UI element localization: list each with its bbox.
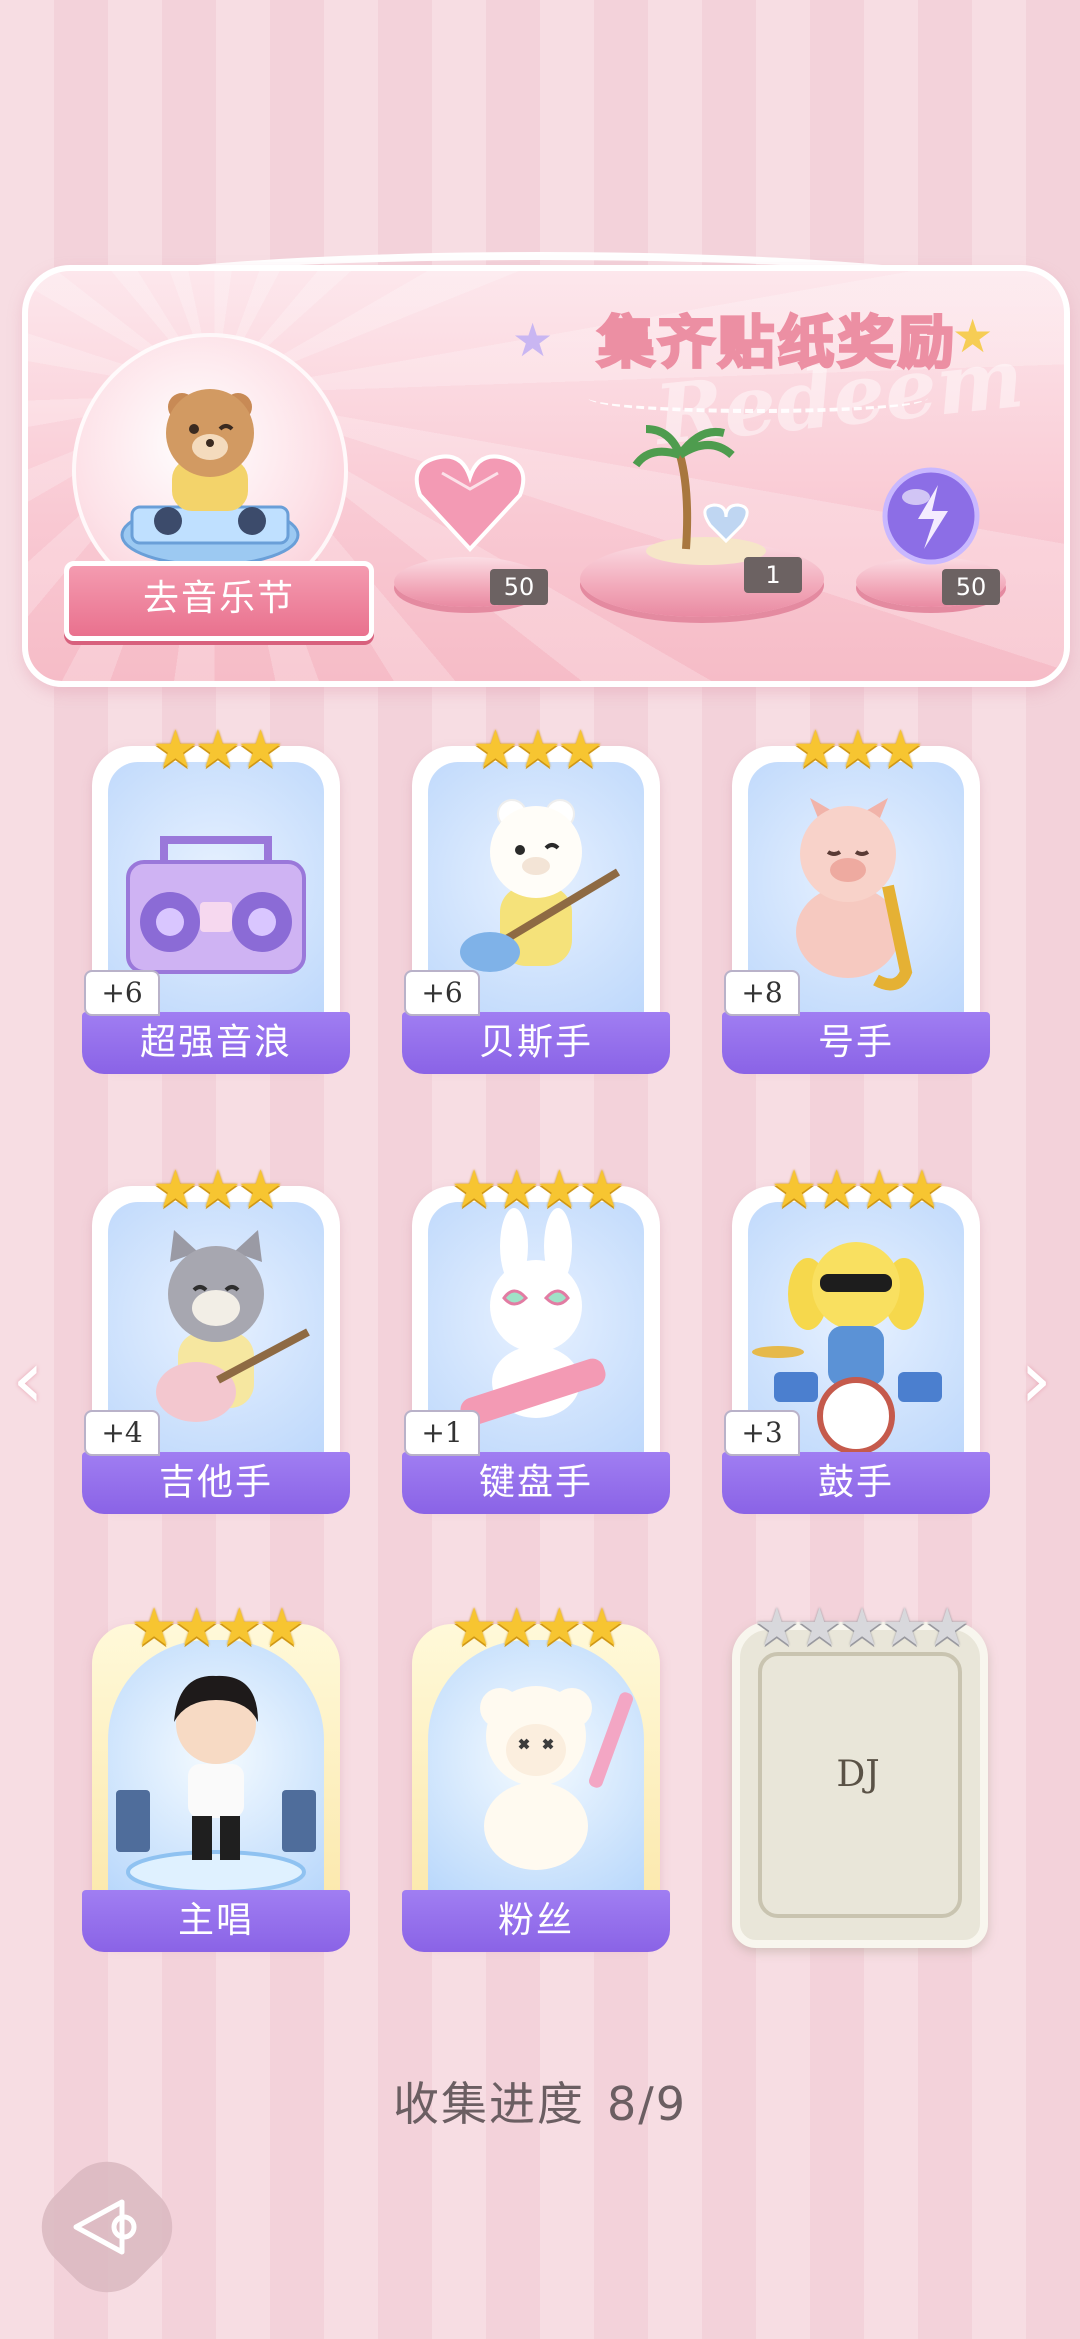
card-label: 吉他手 <box>82 1452 350 1514</box>
progress-value: 8/9 <box>606 2077 688 2131</box>
go-music-festival-button[interactable]: 去音乐节 <box>64 561 374 641</box>
card-label: 号手 <box>722 1012 990 1074</box>
boy-singer-icon <box>108 1640 324 1900</box>
star-rating: ★★★★★ <box>753 1598 970 1658</box>
star-rating: ★★★ <box>152 1160 284 1220</box>
progress-label: 收集进度 <box>392 2077 585 2131</box>
bonus-badge: +8 <box>724 970 800 1016</box>
card-label: 超强音浪 <box>82 1012 350 1074</box>
locked-sticker-card[interactable]: ★★★★★ DJ <box>730 1598 990 1964</box>
card-label: 键盘手 <box>402 1452 670 1514</box>
bonus-badge: +3 <box>724 1410 800 1456</box>
bear-dj-icon <box>120 389 300 567</box>
reward-count-badge: 1 <box>744 557 802 593</box>
star-icon: ★ <box>512 313 554 367</box>
purple-energy-orb-icon[interactable] <box>878 463 984 569</box>
bonus-badge: +1 <box>404 1410 480 1456</box>
star-rating: ★★★★ <box>450 1598 625 1658</box>
sticker-card[interactable]: ★★★ +4 吉他手 <box>82 1160 350 1526</box>
banner-title: 集齐贴纸奖励 <box>597 310 958 378</box>
star-rating: ★★★ <box>152 720 284 780</box>
reward-count-badge: 50 <box>942 569 1000 605</box>
card-label: 鼓手 <box>722 1452 990 1514</box>
reward-count-badge: 50 <box>490 569 548 605</box>
sticker-card[interactable]: ★★★★ 主唱 <box>82 1598 350 1964</box>
bonus-badge: +6 <box>84 970 160 1016</box>
sticker-card[interactable]: ★★★★ 粉丝 <box>402 1598 670 1964</box>
sticker-card[interactable]: ★★★ +6 超强音浪 <box>82 720 350 1086</box>
next-page-arrow[interactable]: › <box>1020 1340 1066 1420</box>
card-label: 贝斯手 <box>402 1012 670 1074</box>
star-rating: ★★★★ <box>770 1160 945 1220</box>
card-label: 粉丝 <box>402 1890 670 1952</box>
previous-page-arrow[interactable]: ‹ <box>12 1340 58 1420</box>
sheep-fan-icon <box>428 1640 644 1900</box>
star-rating: ★★★ <box>472 720 604 780</box>
sticker-card[interactable]: ★★★★ +1 键盘手 <box>402 1160 670 1526</box>
star-rating: ★★★ <box>792 720 924 780</box>
back-arrow-icon <box>73 2199 137 2255</box>
bonus-badge: +4 <box>84 1410 160 1456</box>
pink-heart-gem-icon[interactable] <box>412 449 528 559</box>
sticker-card[interactable]: ★★★★ +3 鼓手 <box>722 1160 990 1526</box>
sticker-card[interactable]: ★★★ +6 贝斯手 <box>402 720 670 1086</box>
star-rating: ★★★★ <box>450 1160 625 1220</box>
star-rating: ★★★★ <box>130 1598 305 1658</box>
title-swirl-decoration <box>588 383 928 413</box>
card-label: DJ <box>836 1754 880 1795</box>
card-label: 主唱 <box>82 1890 350 1952</box>
reward-banner: Redeem ★ 集齐贴纸奖励 ★ 去音乐节 50 1 50 <box>22 265 1070 687</box>
bonus-badge: +6 <box>404 970 480 1016</box>
palm-island-decor-icon[interactable] <box>628 421 778 571</box>
sticker-card[interactable]: ★★★ +8 号手 <box>722 720 990 1086</box>
star-icon: ★ <box>952 309 994 363</box>
collection-progress: 收集进度 8/9 <box>0 2068 1080 2134</box>
